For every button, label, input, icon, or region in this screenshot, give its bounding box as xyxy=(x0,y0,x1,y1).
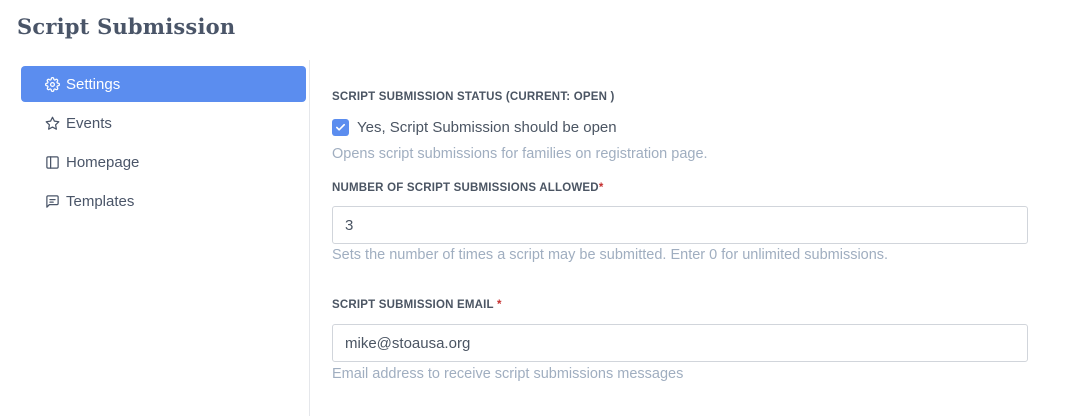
count-help-text: Sets the number of times a script may be… xyxy=(332,247,889,263)
count-label-text: NUMBER OF SCRIPT SUBMISSIONS ALLOWED xyxy=(332,182,599,194)
sidebar-item-settings[interactable]: Settings xyxy=(21,66,306,102)
required-marker: * xyxy=(496,299,502,311)
sidebar-item-homepage[interactable]: Homepage xyxy=(21,144,306,180)
status-label: SCRIPT SUBMISSION STATUS (CURRENT: OPEN … xyxy=(332,91,615,103)
sidebar-item-label: Templates xyxy=(66,192,135,210)
status-checkbox-row[interactable]: Yes, Script Submission should be open xyxy=(332,119,617,136)
submission-email-input[interactable] xyxy=(332,324,1028,362)
status-help-text: Opens script submissions for families on… xyxy=(332,146,708,162)
email-label-text: SCRIPT SUBMISSION EMAIL xyxy=(332,299,497,311)
vertical-divider xyxy=(309,60,310,416)
checkmark-icon xyxy=(336,123,345,131)
status-checkbox[interactable] xyxy=(332,119,349,136)
page-title: Script Submission xyxy=(17,14,236,39)
email-help-text: Email address to receive script submissi… xyxy=(332,366,684,382)
star-icon xyxy=(44,115,60,131)
sidebar-item-templates[interactable]: Templates xyxy=(21,183,306,219)
email-label: SCRIPT SUBMISSION EMAIL * xyxy=(332,299,502,311)
layout-icon xyxy=(44,154,60,170)
sidebar-item-label: Homepage xyxy=(66,153,140,171)
message-icon xyxy=(44,193,60,209)
gear-icon xyxy=(44,76,60,92)
submissions-count-input[interactable] xyxy=(332,206,1028,244)
count-label: NUMBER OF SCRIPT SUBMISSIONS ALLOWED* xyxy=(332,182,604,194)
sidebar-nav: Settings Events Homepage Templates xyxy=(21,66,306,222)
sidebar-item-events[interactable]: Events xyxy=(21,105,306,141)
status-checkbox-label: Yes, Script Submission should be open xyxy=(357,119,617,136)
sidebar-item-label: Events xyxy=(66,114,112,132)
sidebar-item-label: Settings xyxy=(66,75,121,93)
required-marker: * xyxy=(598,182,604,194)
